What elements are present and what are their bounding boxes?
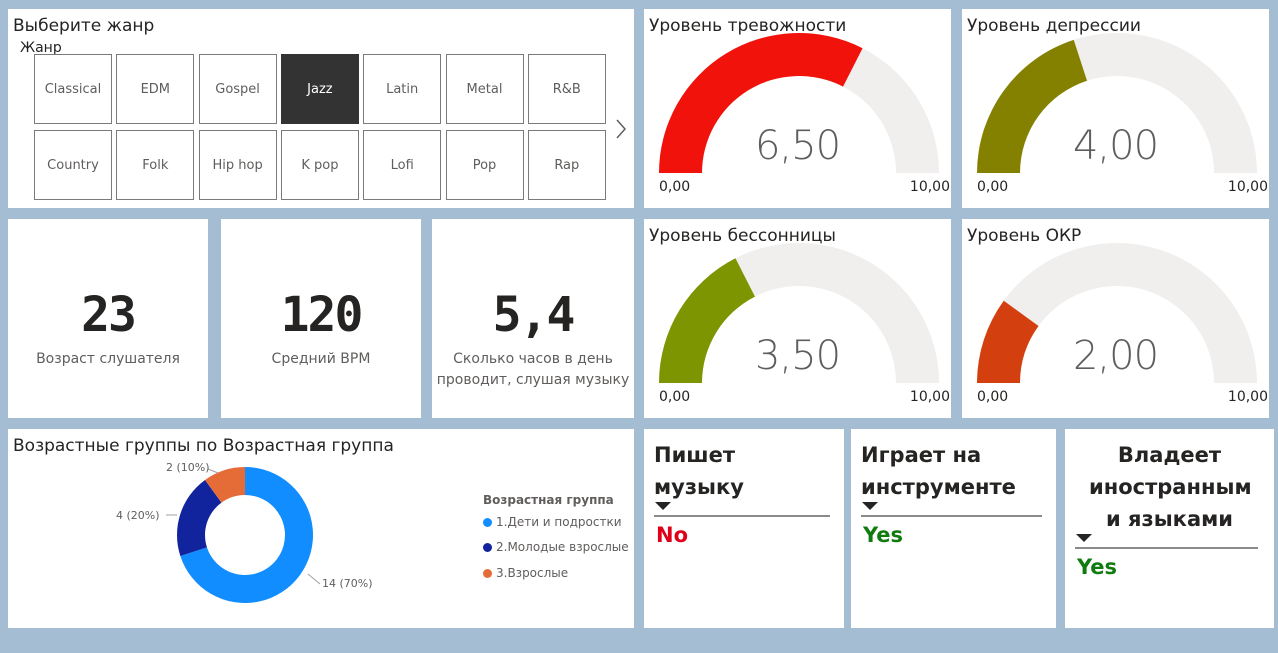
gauge-depression: Уровень депрессии 4,00 0,00 10,00 (962, 9, 1269, 208)
answer-value: Yes (1077, 555, 1118, 579)
caret-down-icon[interactable] (862, 502, 878, 510)
card-value: 23 (81, 287, 137, 343)
legend-item[interactable]: 3.Взрослые (483, 566, 568, 580)
gauge-max: 10,00 (909, 389, 950, 405)
gauge-min: 0,00 (659, 179, 691, 195)
genre-grid: Classical EDM Gospel Jazz Latin Metal R&B Count… (34, 54, 610, 202)
answer-value: Yes (863, 523, 904, 547)
card-value: 120 (280, 287, 364, 343)
answer-value: No (656, 523, 689, 547)
genre-button-gospel[interactable]: Gospel (198, 54, 277, 124)
genre-button-country[interactable]: Country (34, 130, 112, 200)
genre-button-latin[interactable]: Latin (363, 54, 442, 124)
gauge-value: 3,50 (754, 333, 841, 379)
genre-button-pop[interactable]: Pop (445, 130, 524, 200)
legend-label: 1.Дети и подростки (496, 515, 622, 529)
genre-slicer: Выберите жанр Жанр Classical EDM Gospel Jaz… (8, 9, 634, 208)
slicer-title: Выберите жанр (13, 16, 155, 36)
slice-label-2: 4 (20%) (116, 509, 160, 522)
card-value: 5,4 (492, 287, 576, 343)
legend-item[interactable]: 1.Дети и подростки (483, 515, 622, 529)
card-label: Возраст слушателя (36, 351, 180, 367)
card-hours: 5,4 Сколько часов в день проводит, слуша… (432, 219, 634, 418)
genre-button-hip-hop[interactable]: Hip hop (198, 130, 277, 200)
legend-dot (483, 517, 492, 527)
gauge-ocd: Уровень ОКР 2,00 0,00 10,00 (962, 219, 1269, 418)
answer-title: Пишет музыку (654, 443, 744, 499)
gauge-value: 2,00 (1072, 333, 1159, 379)
genre-button-lofi[interactable]: Lofi (363, 130, 442, 200)
gauge-min: 0,00 (659, 389, 691, 405)
card-label: Средний BPM (271, 351, 371, 367)
gauge-value: 4,00 (1072, 123, 1159, 169)
gauge-max: 10,00 (1227, 389, 1268, 405)
card-age: 23 Возраст слушателя (8, 219, 208, 418)
genre-button-classical[interactable]: Classical (34, 54, 112, 124)
gauge-insomnia: Уровень бессонницы 3,50 0,00 10,00 (644, 219, 951, 418)
legend-label: 3.Взрослые (496, 566, 569, 580)
legend-label: 2.Молодые взрослые (496, 540, 629, 554)
gauge-max: 10,00 (1227, 179, 1268, 195)
legend-dot (483, 542, 492, 552)
gauge-min: 0,00 (977, 389, 1009, 405)
gauge-anxiety: Уровень тревожности 6,50 0,00 10,00 (644, 9, 951, 208)
genre-button-k-pop[interactable]: K pop (280, 130, 359, 200)
divider (861, 515, 1042, 517)
chevron-right-icon[interactable] (614, 117, 628, 141)
age-group-chart: Возрастные группы по Возрастная группа 1… (8, 429, 634, 628)
slice-label-1: 14 (70%) (322, 577, 373, 590)
slice-label-3: 2 (10%) (166, 461, 210, 474)
answer-title: Играет на инструменте (861, 443, 1016, 499)
genre-button-rap[interactable]: Rap (527, 130, 606, 200)
legend-dot (483, 568, 492, 578)
genre-button-r-b[interactable]: R&B (527, 54, 606, 124)
legend-title: Возрастная группа (483, 493, 614, 507)
gauge-min: 0,00 (977, 179, 1009, 195)
answer-foreign-languages: Владеет иностранным и языками Yes (1065, 429, 1274, 628)
card-label: Сколько часов в день проводит, слушая му… (436, 351, 630, 388)
answer-title: Владеет иностранным и языками (1089, 443, 1252, 531)
answer-writes-music: Пишет музыку No (644, 429, 844, 628)
legend-item[interactable]: 2.Молодые взрослые (483, 540, 629, 554)
genre-button-jazz[interactable]: Jazz (280, 54, 359, 124)
caret-down-icon[interactable] (1076, 534, 1092, 542)
leader-line-1 (307, 573, 321, 585)
answer-plays-instrument: Играет на инструменте Yes (851, 429, 1056, 628)
divider (1075, 547, 1258, 549)
divider (654, 515, 830, 517)
gauge-value: 6,50 (754, 123, 841, 169)
genre-button-folk[interactable]: Folk (116, 130, 195, 200)
genre-button-metal[interactable]: Metal (445, 54, 524, 124)
genre-button-edm[interactable]: EDM (116, 54, 195, 124)
gauge-max: 10,00 (909, 179, 950, 195)
card-bpm: 120 Средний BPM (221, 219, 421, 418)
caret-down-icon[interactable] (655, 502, 671, 510)
